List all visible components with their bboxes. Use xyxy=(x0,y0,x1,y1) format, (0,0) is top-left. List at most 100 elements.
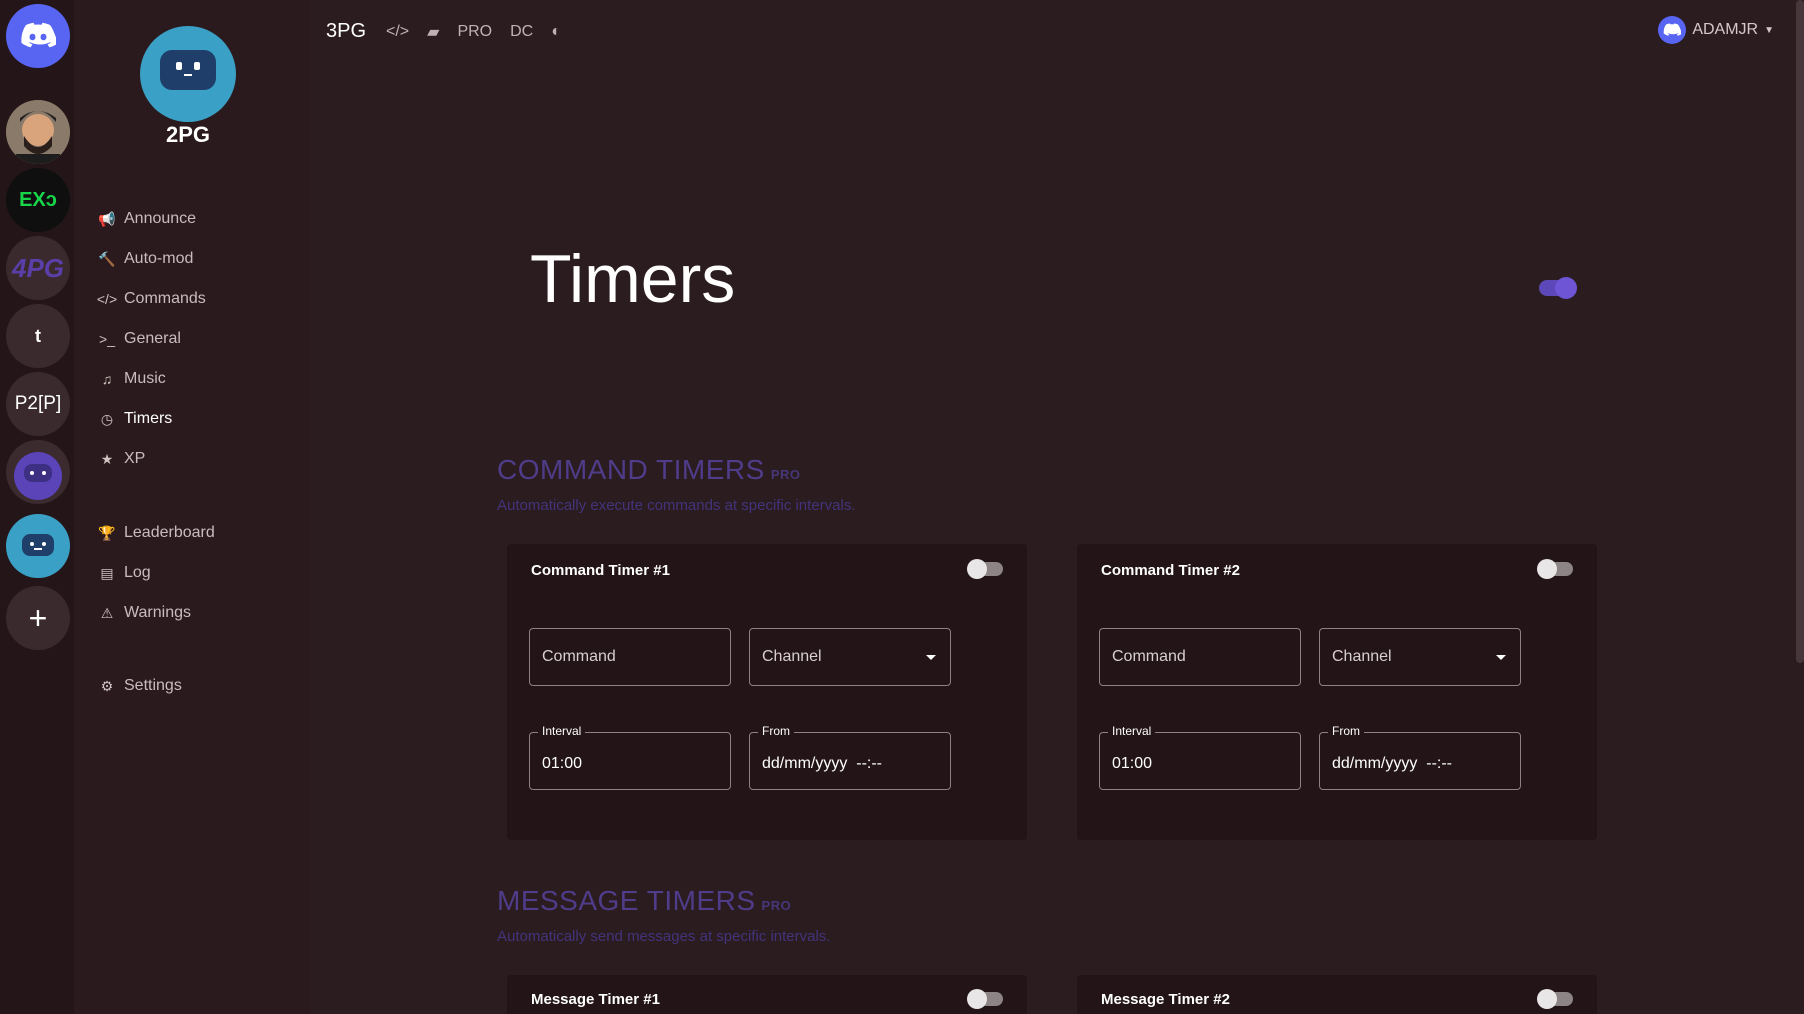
bot-avatar xyxy=(140,26,236,122)
sidebar-item-automod[interactable]: 🔨 Auto-mod xyxy=(98,250,193,268)
p2p-guild[interactable]: P2[P] xyxy=(6,372,70,436)
bot-name: 2PG xyxy=(165,122,211,147)
message-timer-card-1: Message Timer #1 xyxy=(507,975,1027,1014)
user-menu[interactable]: ADAMJR ▼ xyxy=(1658,16,1774,44)
bullhorn-icon: 📢 xyxy=(98,210,116,227)
caret-down-icon xyxy=(1496,655,1506,660)
command-placeholder: Command xyxy=(1112,648,1186,665)
command-placeholder: Command xyxy=(542,648,616,665)
sidebar-item-label: Leaderboard xyxy=(124,524,215,541)
sidebar-item-settings[interactable]: ⚙ Settings xyxy=(98,677,182,695)
sidebar-item-general[interactable]: >_ General xyxy=(98,330,181,348)
from-datetime-input[interactable]: From dd/mm/yyyy --:-- xyxy=(1319,724,1521,790)
exo-guild[interactable]: EXↄ xyxy=(6,168,70,232)
sidebar-item-music[interactable]: ♫ Music xyxy=(98,370,166,388)
sidebar-item-label: XP xyxy=(124,450,146,467)
from-label: From xyxy=(758,724,794,738)
4pg-guild[interactable]: 4PG xyxy=(6,236,70,300)
command-timer-1-toggle[interactable] xyxy=(967,559,1003,579)
sidebar-item-label: Auto-mod xyxy=(124,250,194,267)
message-timer-1-toggle[interactable] xyxy=(967,989,1003,1009)
interval-value: 01:00 xyxy=(1112,755,1153,772)
interval-label: Interval xyxy=(538,724,586,738)
robot-bot-icon xyxy=(160,50,216,90)
pro-link[interactable]: PRO xyxy=(457,23,492,41)
command-input[interactable]: Command xyxy=(1099,628,1301,686)
add-guild-button[interactable]: + xyxy=(6,586,70,650)
file-icon: ▤ xyxy=(100,564,114,581)
discord-home-icon[interactable] xyxy=(6,4,70,68)
main-content: Timers COMMAND TIMERS PRO Automatically e… xyxy=(310,64,1780,1014)
2pg-guild[interactable] xyxy=(6,514,70,578)
card-title: Message Timer #1 xyxy=(531,991,660,1008)
toggle-knob xyxy=(1537,559,1557,579)
pro-badge: PRO xyxy=(761,898,792,913)
toggle-knob xyxy=(1537,989,1557,1009)
sidebar-item-announce[interactable]: 📢 Announce xyxy=(98,210,196,228)
robot-blue-icon xyxy=(22,534,54,556)
brand-link[interactable]: 3PG xyxy=(326,20,366,43)
channel-placeholder: Channel xyxy=(1332,648,1392,665)
card-title: Command Timer #2 xyxy=(1101,562,1240,579)
user-discord-icon xyxy=(1658,16,1687,44)
section-title-text: COMMAND TIMERS xyxy=(497,454,765,485)
github-icon[interactable]: ◐ xyxy=(551,23,561,41)
sidebar-item-label: Announce xyxy=(124,210,197,227)
robot-guild[interactable] xyxy=(6,440,70,504)
topnav: </> ▰ PRO DC ◐ xyxy=(386,22,561,42)
section-title: COMMAND TIMERS PRO xyxy=(497,454,801,486)
trophy-icon: 🏆 xyxy=(98,524,116,541)
scrollbar-thumb[interactable] xyxy=(1796,0,1804,663)
message-timer-2-toggle[interactable] xyxy=(1537,989,1573,1009)
from-datetime-input[interactable]: From dd/mm/yyyy --:-- xyxy=(749,724,951,790)
sidebar-item-label: Warnings xyxy=(124,604,191,621)
interval-input[interactable]: Interval 01:00 xyxy=(529,724,731,790)
module-enable-toggle[interactable] xyxy=(1539,277,1577,299)
from-label: From xyxy=(1328,724,1364,738)
sidebar: 2PG 📢 Announce 🔨 Auto-mod </> Commands >_ Ge… xyxy=(74,0,310,1014)
channel-select[interactable]: Channel xyxy=(1319,628,1521,686)
card-title: Message Timer #2 xyxy=(1101,991,1230,1008)
music-icon: ♫ xyxy=(101,371,113,387)
dc-link[interactable]: DC xyxy=(510,23,533,41)
sidebar-item-leaderboard[interactable]: 🏆 Leaderboard xyxy=(98,524,215,542)
user-avatar-guild[interactable] xyxy=(6,100,70,164)
interval-value: 01:00 xyxy=(542,755,583,772)
section-title-text: MESSAGE TIMERS xyxy=(497,885,756,916)
sidebar-item-label: Settings xyxy=(124,677,182,694)
robot-purple-icon xyxy=(14,452,62,500)
username: ADAMJR xyxy=(1692,21,1759,38)
sidebar-item-xp[interactable]: ★ XP xyxy=(98,450,146,468)
command-timer-2-toggle[interactable] xyxy=(1537,559,1573,579)
channel-select[interactable]: Channel xyxy=(749,628,951,686)
sidebar-item-commands[interactable]: </> Commands xyxy=(96,290,206,308)
sidebar-item-timers[interactable]: ◷ Timers xyxy=(98,410,172,428)
t-guild[interactable]: t xyxy=(6,304,70,368)
caret-down-icon xyxy=(926,655,936,660)
from-value: dd/mm/yyyy --:-- xyxy=(762,755,882,772)
card-title: Command Timer #1 xyxy=(531,562,670,579)
code-icon: </> xyxy=(96,291,118,307)
guild-bar: EXↄ 4PG t P2[P] + xyxy=(0,0,74,1014)
topbar: 3PG </> ▰ PRO DC ◐ ADAMJR ▼ xyxy=(310,0,1804,64)
sidebar-item-warnings[interactable]: ⚠ Warnings xyxy=(98,604,191,622)
warning-icon: ⚠ xyxy=(100,604,114,621)
sidebar-item-label: Commands xyxy=(124,290,206,307)
section-description: Automatically execute commands at specif… xyxy=(497,497,856,514)
code-icon[interactable]: </> xyxy=(386,23,409,41)
sidebar-item-log[interactable]: ▤ Log xyxy=(98,564,151,582)
from-value: dd/mm/yyyy --:-- xyxy=(1332,755,1452,772)
book-icon[interactable]: ▰ xyxy=(427,22,439,42)
message-timer-card-2: Message Timer #2 xyxy=(1077,975,1597,1014)
page-title: Timers xyxy=(530,241,736,317)
star-icon: ★ xyxy=(100,450,114,467)
sidebar-item-label: Log xyxy=(124,564,151,581)
terminal-icon: >_ xyxy=(99,331,115,347)
interval-input[interactable]: Interval 01:00 xyxy=(1099,724,1301,790)
clock-icon: ◷ xyxy=(100,410,114,427)
toggle-knob xyxy=(967,989,987,1009)
command-input[interactable]: Command xyxy=(529,628,731,686)
sidebar-item-label: General xyxy=(124,330,181,347)
gear-icon: ⚙ xyxy=(100,677,114,694)
sidebar-item-label: Music xyxy=(124,370,166,387)
